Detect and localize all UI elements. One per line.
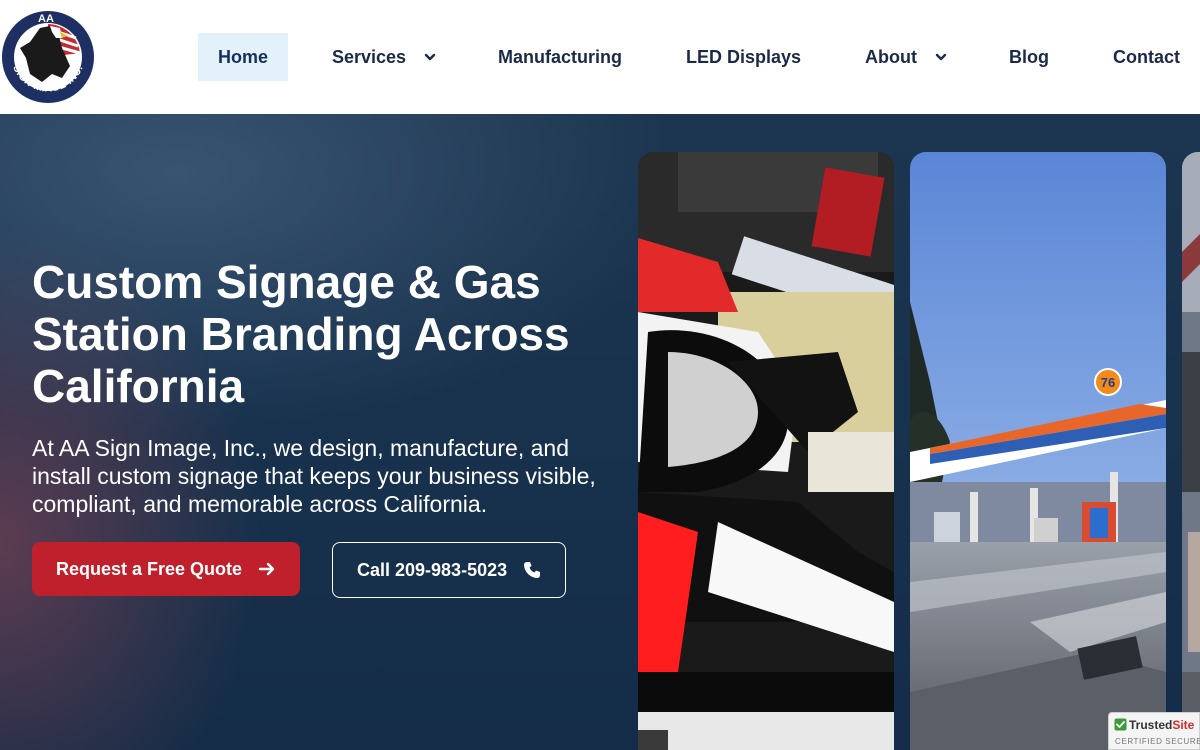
call-button[interactable]: Call 209-983-5023	[332, 542, 566, 598]
hero-title: Custom Signage & Gas Station Branding Ac…	[32, 256, 570, 412]
hero-subtitle: At AA Sign Image, Inc., we design, manuf…	[32, 435, 596, 517]
call-button-label: Call 209-983-5023	[357, 560, 508, 580]
logo-top-text: AA	[38, 13, 54, 25]
gallery-image-partial	[1182, 152, 1200, 750]
gallery-image-channel-letters	[638, 152, 894, 750]
checkmark-icon	[1114, 718, 1127, 731]
request-quote-button[interactable]: Request a Free Quote	[32, 542, 300, 596]
nav-home[interactable]: Home	[198, 33, 288, 81]
nav-contact[interactable]: Contact	[1113, 33, 1180, 81]
gallery-image-gas-station: 76	[910, 152, 1166, 750]
nav-about-label: About	[865, 47, 917, 67]
site-header: AA SIGN IMAGE INC. Home Services Manufac…	[0, 0, 1200, 114]
nav-blog-label: Blog	[1009, 47, 1049, 67]
request-quote-label: Request a Free Quote	[56, 559, 243, 579]
nav-manufacturing[interactable]: Manufacturing	[498, 33, 622, 81]
nav-blog[interactable]: Blog	[1009, 33, 1049, 81]
trusted-site-badge[interactable]: TrustedSite CERTIFIED SECURE	[1108, 712, 1200, 750]
nav-about[interactable]: About	[865, 33, 948, 81]
nav-home-label: Home	[217, 47, 268, 67]
badge-title-site: Site	[1172, 718, 1195, 732]
nav-services[interactable]: Services	[332, 33, 437, 81]
chevron-down-icon	[424, 53, 436, 60]
badge-subtitle: CERTIFIED SECURE	[1115, 737, 1200, 746]
phone-icon	[524, 562, 540, 578]
nav-contact-label: Contact	[1113, 47, 1180, 67]
hero-section: Custom Signage & Gas Station Branding Ac…	[0, 114, 1200, 750]
nav-manufacturing-label: Manufacturing	[498, 47, 622, 67]
gas-station-sign-text: 76	[1101, 375, 1115, 390]
badge-title: TrustedSite	[1129, 718, 1194, 732]
nav-led-displays[interactable]: LED Displays	[686, 33, 801, 81]
chevron-down-icon	[935, 53, 947, 60]
nav-services-label: Services	[332, 47, 407, 67]
nav-led-displays-label: LED Displays	[686, 47, 802, 67]
arrow-right-icon	[258, 562, 275, 576]
badge-title-trusted: Trusted	[1129, 718, 1173, 732]
company-logo[interactable]: AA SIGN IMAGE INC.	[0, 8, 98, 106]
